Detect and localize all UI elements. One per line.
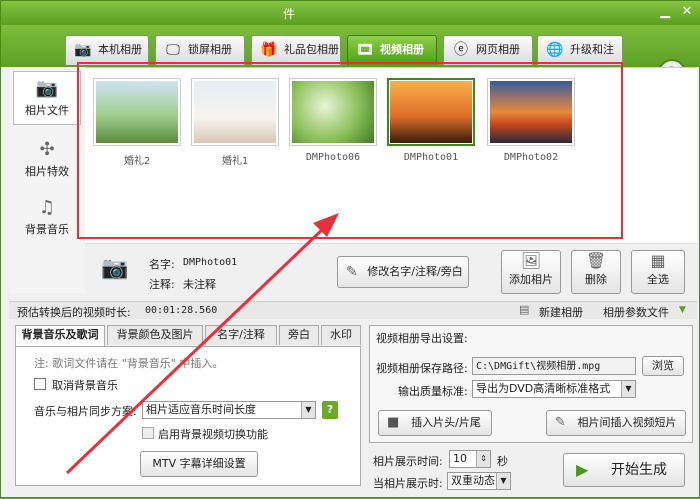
duration-label: 预估转换后的视频时长: xyxy=(17,306,131,319)
document-icon: ▤ xyxy=(519,303,530,316)
new-album-link[interactable]: 新建相册 xyxy=(539,304,583,320)
cancel-bgm-checkbox[interactable] xyxy=(34,378,46,390)
edit-name-note-button[interactable]: ✎ 修改名字/注释/旁白 xyxy=(337,256,469,288)
export-settings-panel: 视频相册导出设置: 视频相册保存路径: C:\DMGift\视频相册.mpg 浏… xyxy=(369,325,693,443)
tab-watermark[interactable]: 水印 xyxy=(321,325,361,345)
edit-icon: ✎ xyxy=(346,264,358,280)
tab-name-note[interactable]: 名字/注释 xyxy=(205,325,277,345)
chevron-down-icon: ▼ xyxy=(301,402,315,418)
duration-value: 00:01:28.560 xyxy=(145,305,218,316)
tab-upgrade-register[interactable]: 🌐升级和注册 xyxy=(537,35,623,84)
sync-scheme-label: 音乐与相片同步方案: xyxy=(34,405,137,418)
sidebar-item-photo-effects[interactable]: ✣ 相片特效 xyxy=(13,133,81,187)
show-time-label: 相片展示时间: xyxy=(373,455,443,468)
insert-video-clip-button[interactable]: ✎ 相片间插入视频短片 xyxy=(546,410,686,436)
note-label: 注释: xyxy=(149,278,175,291)
tab-lockscreen-album[interactable]: 🖵 锁屏相册 xyxy=(155,35,245,65)
mtv-subtitle-settings-button[interactable]: MTV 字幕详细设置 xyxy=(140,451,258,477)
browser-icon: ⓔ xyxy=(454,42,468,58)
select-all-button[interactable]: ▦ 全选 xyxy=(631,250,685,294)
grid-icon: ▦ xyxy=(650,251,666,270)
edit-icon: ✎ xyxy=(555,415,566,430)
album-params-link[interactable]: 相册参数文件 xyxy=(603,304,669,320)
close-icon[interactable]: ✕ xyxy=(679,4,695,20)
sync-scheme-select[interactable]: 相片适应音乐时间长度 ▼ xyxy=(142,401,316,419)
camera-icon: 📷 xyxy=(35,78,59,99)
photo-info-bar: 📷 名字: DMPhoto01 注释: 未注释 ✎ 修改名字/注释/旁白 🖼 添… xyxy=(85,243,697,295)
main-tab-bar: 📷本机相册 🖵锁屏相册 🎁礼品包相册 🎞视频相册 ⓔ网页相册 🌐升级和注册 ? xyxy=(1,25,700,87)
music-note-icon: ♫ xyxy=(38,197,56,218)
help-icon[interactable]: ? xyxy=(322,401,338,419)
bg-video-switch-checkbox[interactable] xyxy=(142,427,154,439)
show-time-spinner[interactable]: 10 ⇕ xyxy=(449,450,491,468)
camera-icon: 📷 xyxy=(74,42,92,58)
cancel-bgm-label: 取消背景音乐 xyxy=(52,379,118,392)
sidebar-item-bg-music[interactable]: ♫ 背景音乐 xyxy=(13,191,81,245)
quality-label: 输出质量标准: xyxy=(398,385,468,398)
chevron-down-icon: ▼ xyxy=(496,473,510,489)
settings-tab-strip: 背景音乐及歌词 背景颜色及图片 名字/注释 旁白 水印 xyxy=(15,325,361,347)
monitor-icon: 🖵 xyxy=(166,42,180,58)
show-mode-select[interactable]: 双重动态 ▼ xyxy=(447,472,511,490)
title-bar: 件 ▁ ✕ xyxy=(1,1,700,25)
app-window: 件 ▁ ✕ 📷 本机相册 🖵 锁屏相册 🎁 礼品包相册 🎞 视频相册 ⓔ 网页相册 🌐 升级… xyxy=(0,0,700,498)
delete-button[interactable]: 🗑 删除 xyxy=(571,250,621,294)
window-title: 件 xyxy=(283,7,296,21)
seconds-label: 秒 xyxy=(497,455,508,468)
export-settings-title: 视频相册导出设置: xyxy=(376,332,468,345)
quality-select[interactable]: 导出为DVD高清晰标准格式 ▼ xyxy=(472,380,636,398)
name-value: DMPhoto01 xyxy=(183,257,238,268)
lyrics-note: 注: 歌词文件请在 "背景音乐" 中插入。 xyxy=(34,357,224,370)
tab-web-album[interactable]: ⓔ 网页相册 xyxy=(443,35,533,65)
tab-local-album[interactable]: 📷 本机相册 xyxy=(65,35,149,65)
spinner-arrows-icon: ⇕ xyxy=(476,451,490,467)
sidebar: 📷 相片文件 ✣ 相片特效 ♫ 背景音乐 xyxy=(9,67,85,293)
highlight-box xyxy=(77,62,623,239)
gift-icon: 🎁 xyxy=(260,42,278,58)
insert-intro-outro-button[interactable]: ■ 插入片头/片尾 xyxy=(378,410,492,436)
save-path-label: 视频相册保存路径: xyxy=(376,362,468,375)
name-label: 名字: xyxy=(149,258,175,271)
dropdown-triangle-icon[interactable]: ▼ xyxy=(679,305,686,315)
play-icon: ▶ xyxy=(576,460,589,479)
bg-video-switch-label: 启用背景视频切换功能 xyxy=(158,428,268,441)
add-photo-icon: 🖼 xyxy=(520,251,542,270)
show-mode-label: 当相片展示时: xyxy=(373,477,443,490)
tab-bg-color-image[interactable]: 背景颜色及图片 xyxy=(107,325,203,345)
tab-gift-album[interactable]: 🎁 礼品包相册 xyxy=(251,35,341,65)
chevron-down-icon: ▼ xyxy=(621,381,635,397)
camera-icon: 📷 xyxy=(101,256,129,281)
effects-icon: ✣ xyxy=(39,139,55,160)
note-value: 未注释 xyxy=(183,278,216,291)
status-bar: 预估转换后的视频时长: 00:01:28.560 ▤ 新建相册 相册参数文件 ▼ xyxy=(9,301,697,319)
video-camera-icon: ■ xyxy=(387,415,400,430)
tab-bgm-lyrics[interactable]: 背景音乐及歌词 xyxy=(15,325,105,346)
start-generate-button[interactable]: ▶ 开始生成 xyxy=(563,453,685,487)
globe-icon: 🌐 xyxy=(546,42,564,58)
film-icon: 🎞 xyxy=(356,42,374,58)
tab-video-album[interactable]: 🎞 视频相册 xyxy=(347,35,437,65)
minimize-icon[interactable]: ▁ xyxy=(657,4,673,20)
sidebar-item-photo-files[interactable]: 📷 相片文件 xyxy=(13,71,81,125)
add-photo-button[interactable]: 🖼 添加相片 xyxy=(501,250,561,294)
trash-icon: 🗑 xyxy=(585,251,607,270)
browse-button[interactable]: 浏览 xyxy=(642,356,684,376)
tab-narration[interactable]: 旁白 xyxy=(279,325,319,345)
bgm-settings-panel: 注: 歌词文件请在 "背景音乐" 中插入。 取消背景音乐 音乐与相片同步方案: … xyxy=(15,346,361,486)
save-path-field[interactable]: C:\DMGift\视频相册.mpg xyxy=(472,357,636,375)
